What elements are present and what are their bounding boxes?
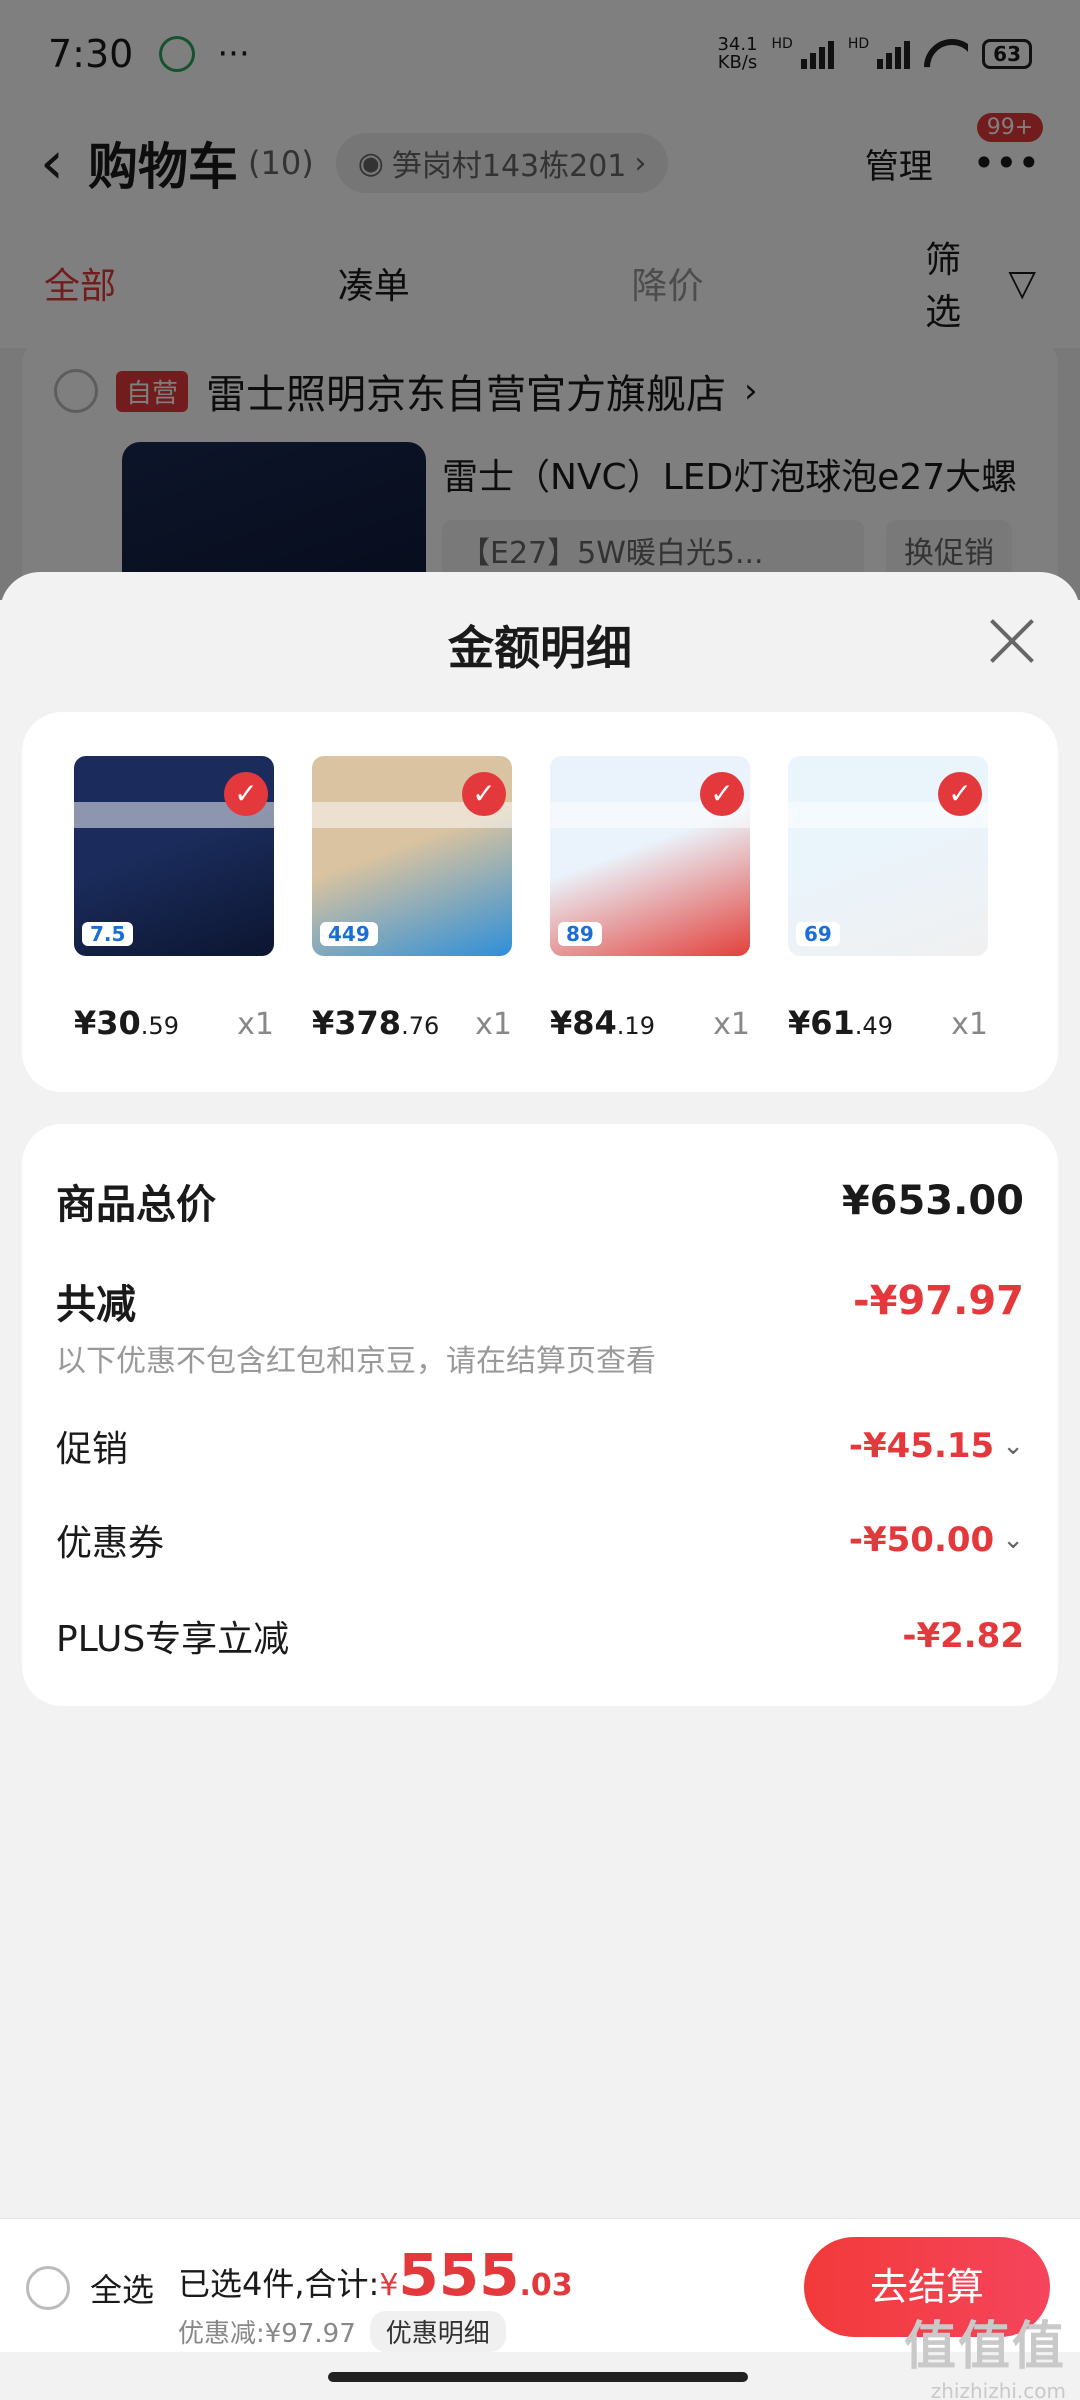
- home-indicator[interactable]: [328, 2372, 748, 2382]
- price-badge: 449: [320, 922, 378, 946]
- sheet-title: 金额明细: [448, 621, 632, 675]
- price-badge: 69: [796, 922, 840, 946]
- select-all-radio[interactable]: [26, 2266, 70, 2310]
- coupon-row[interactable]: 优惠券 -¥50.00 ⌄: [56, 1514, 1024, 1566]
- amount-detail-sheet: 金额明细 7.5 ✓ ¥30.59 x1 449 ✓ ¥378.76 x1 89…: [0, 572, 1080, 2220]
- product-quantity: x1: [237, 1007, 274, 1042]
- check-icon: ✓: [462, 772, 506, 816]
- product-image: 69 ✓: [788, 756, 988, 956]
- promo-value: -¥45.15: [848, 1426, 995, 1466]
- coupon-value: -¥50.00: [848, 1520, 995, 1560]
- watermark: 值值值 zhizhizhi.com: [903, 2317, 1066, 2400]
- product-image: 89 ✓: [550, 756, 750, 956]
- product-item[interactable]: 69 ✓ ¥61.49 x1: [788, 756, 988, 1042]
- plus-discount-row: PLUS专享立减 -¥2.82: [56, 1610, 1024, 1662]
- product-item[interactable]: 89 ✓ ¥84.19 x1: [550, 756, 750, 1042]
- price-badge: 89: [558, 922, 602, 946]
- product-price: ¥30.59: [74, 1004, 179, 1042]
- total-discount-label: 共减: [56, 1282, 136, 1328]
- product-price: ¥84.19: [550, 1004, 655, 1042]
- check-icon: ✓: [224, 772, 268, 816]
- price-badge: 7.5: [82, 922, 134, 946]
- plus-discount-value: -¥2.82: [902, 1616, 1024, 1656]
- total-discount-value: -¥97.97: [853, 1278, 1024, 1324]
- plus-discount-label: PLUS专享立减: [56, 1619, 290, 1660]
- product-image: 449 ✓: [312, 756, 512, 956]
- select-all-toggle[interactable]: 全选: [26, 2265, 154, 2311]
- product-quantity: x1: [951, 1007, 988, 1042]
- dim-overlay[interactable]: [0, 0, 1080, 600]
- total-price-value: ¥653.00: [841, 1178, 1024, 1224]
- product-image: 7.5 ✓: [74, 756, 274, 956]
- product-quantity: x1: [713, 1007, 750, 1042]
- promo-row[interactable]: 促销 -¥45.15 ⌄: [56, 1420, 1024, 1472]
- product-quantity: x1: [475, 1007, 512, 1042]
- product-price: ¥61.49: [788, 1004, 893, 1042]
- discount-detail-button[interactable]: 优惠明细: [369, 2311, 506, 2352]
- total-line: 已选4件,合计: ¥ 555 .03: [178, 2241, 573, 2309]
- total-amount: 555: [398, 2241, 520, 2309]
- total-cents: .03: [519, 2268, 573, 2303]
- product-item[interactable]: 449 ✓ ¥378.76 x1: [312, 756, 512, 1042]
- chevron-down-icon: ⌄: [1002, 1525, 1024, 1555]
- currency-symbol: ¥: [379, 2268, 399, 2303]
- total-discount-row: 共减 -¥97.97: [56, 1272, 1024, 1330]
- product-item[interactable]: 7.5 ✓ ¥30.59 x1: [74, 756, 274, 1042]
- discount-text: 优惠减:¥97.97: [178, 2319, 356, 2349]
- total-price-row: 商品总价 ¥653.00: [56, 1172, 1024, 1230]
- price-summary-card: 商品总价 ¥653.00 共减 -¥97.97 以下优惠不包含红包和京豆，请在结…: [22, 1124, 1058, 1706]
- total-price-label: 商品总价: [56, 1182, 216, 1228]
- promo-label: 促销: [56, 1429, 129, 1470]
- close-icon[interactable]: [988, 616, 1036, 664]
- selected-count-text: 已选4件,合计:: [178, 2265, 380, 2303]
- check-icon: ✓: [938, 772, 982, 816]
- select-all-label: 全选: [90, 2271, 155, 2309]
- discount-line: 优惠减:¥97.97 优惠明细: [178, 2311, 506, 2352]
- discount-note: 以下优惠不包含红包和京豆，请在结算页查看: [56, 1344, 656, 1379]
- coupon-label: 优惠券: [56, 1523, 165, 1564]
- selected-products-card: 7.5 ✓ ¥30.59 x1 449 ✓ ¥378.76 x1 89 ✓ ¥8…: [22, 712, 1058, 1092]
- product-price: ¥378.76: [312, 1004, 440, 1042]
- check-icon: ✓: [700, 772, 744, 816]
- chevron-down-icon: ⌄: [1002, 1431, 1024, 1461]
